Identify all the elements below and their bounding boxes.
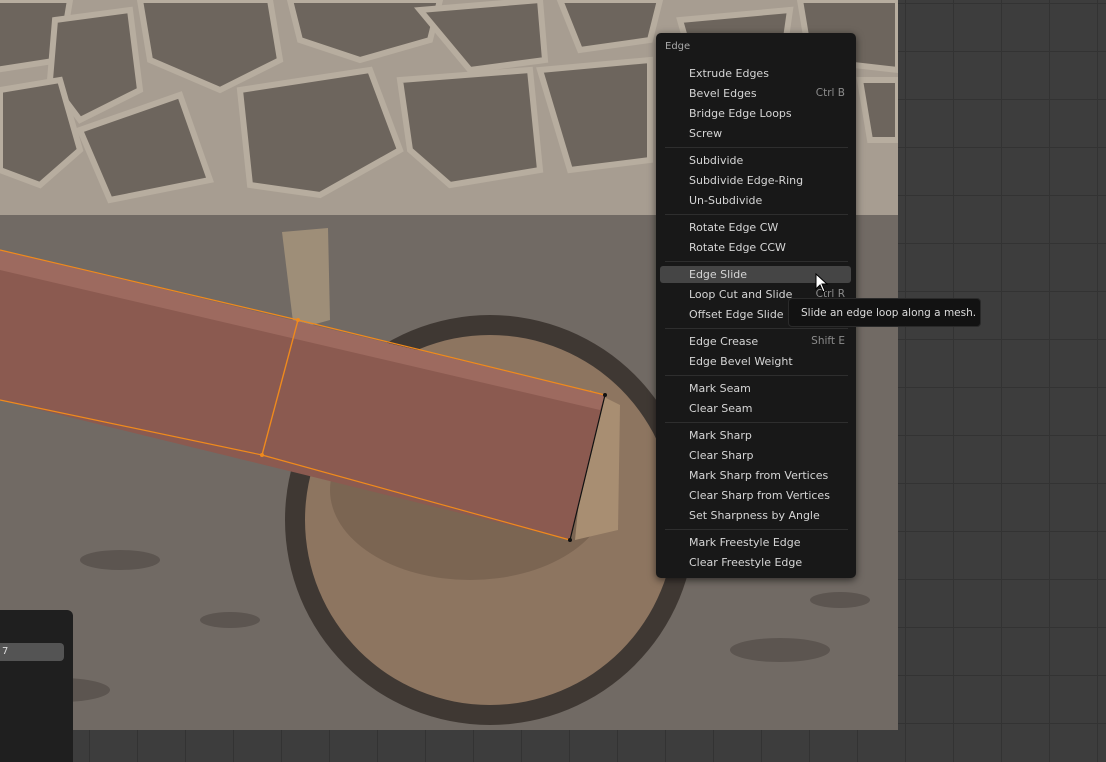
menu-separator <box>665 529 848 530</box>
menu-item-rotate-edge-cw[interactable]: Rotate Edge CW <box>660 219 851 236</box>
menu-title: Edge <box>665 41 691 52</box>
tooltip: Slide an edge loop along a mesh. <box>788 298 981 327</box>
operator-panel: 7 <box>0 610 73 762</box>
menu-separator <box>665 328 848 329</box>
menu-item-clear-sharp-from-vertices[interactable]: Clear Sharp from Vertices <box>660 487 851 504</box>
menu-item-rotate-edge-ccw[interactable]: Rotate Edge CCW <box>660 239 851 256</box>
mouse-pointer-icon <box>815 272 829 297</box>
menu-item-clear-sharp[interactable]: Clear Sharp <box>660 447 851 464</box>
menu-separator <box>665 375 848 376</box>
menu-item-clear-freestyle-edge[interactable]: Clear Freestyle Edge <box>660 554 851 571</box>
menu-item-mark-freestyle-edge[interactable]: Mark Freestyle Edge <box>660 534 851 551</box>
menu-item-bridge-edge-loops[interactable]: Bridge Edge Loops <box>660 105 851 122</box>
menu-item-subdivide-edge-ring[interactable]: Subdivide Edge-Ring <box>660 172 851 189</box>
menu-item-screw[interactable]: Screw <box>660 125 851 142</box>
menu-separator <box>665 214 848 215</box>
menu-item-extrude-edges[interactable]: Extrude Edges <box>660 65 851 82</box>
menu-separator <box>665 261 848 262</box>
menu-item-set-sharpness-by-angle[interactable]: Set Sharpness by Angle <box>660 507 851 524</box>
menu-item-clear-seam[interactable]: Clear Seam <box>660 400 851 417</box>
menu-item-mark-sharp-from-vertices[interactable]: Mark Sharp from Vertices <box>660 467 851 484</box>
shortcut-label: Shift E <box>811 335 845 347</box>
menu-item-mark-seam[interactable]: Mark Seam <box>660 380 851 397</box>
menu-item-bevel-edges[interactable]: Bevel Edges Ctrl B <box>660 85 851 102</box>
menu-item-edge-crease[interactable]: Edge Crease Shift E <box>660 333 851 350</box>
shortcut-label: Ctrl B <box>815 87 845 99</box>
menu-item-un-subdivide[interactable]: Un-Subdivide <box>660 192 851 209</box>
menu-item-subdivide[interactable]: Subdivide <box>660 152 851 169</box>
menu-separator <box>665 147 848 148</box>
number-field[interactable]: 7 <box>0 643 64 661</box>
menu-separator <box>665 422 848 423</box>
menu-item-edge-bevel-weight[interactable]: Edge Bevel Weight <box>660 353 851 370</box>
menu-item-mark-sharp[interactable]: Mark Sharp <box>660 427 851 444</box>
